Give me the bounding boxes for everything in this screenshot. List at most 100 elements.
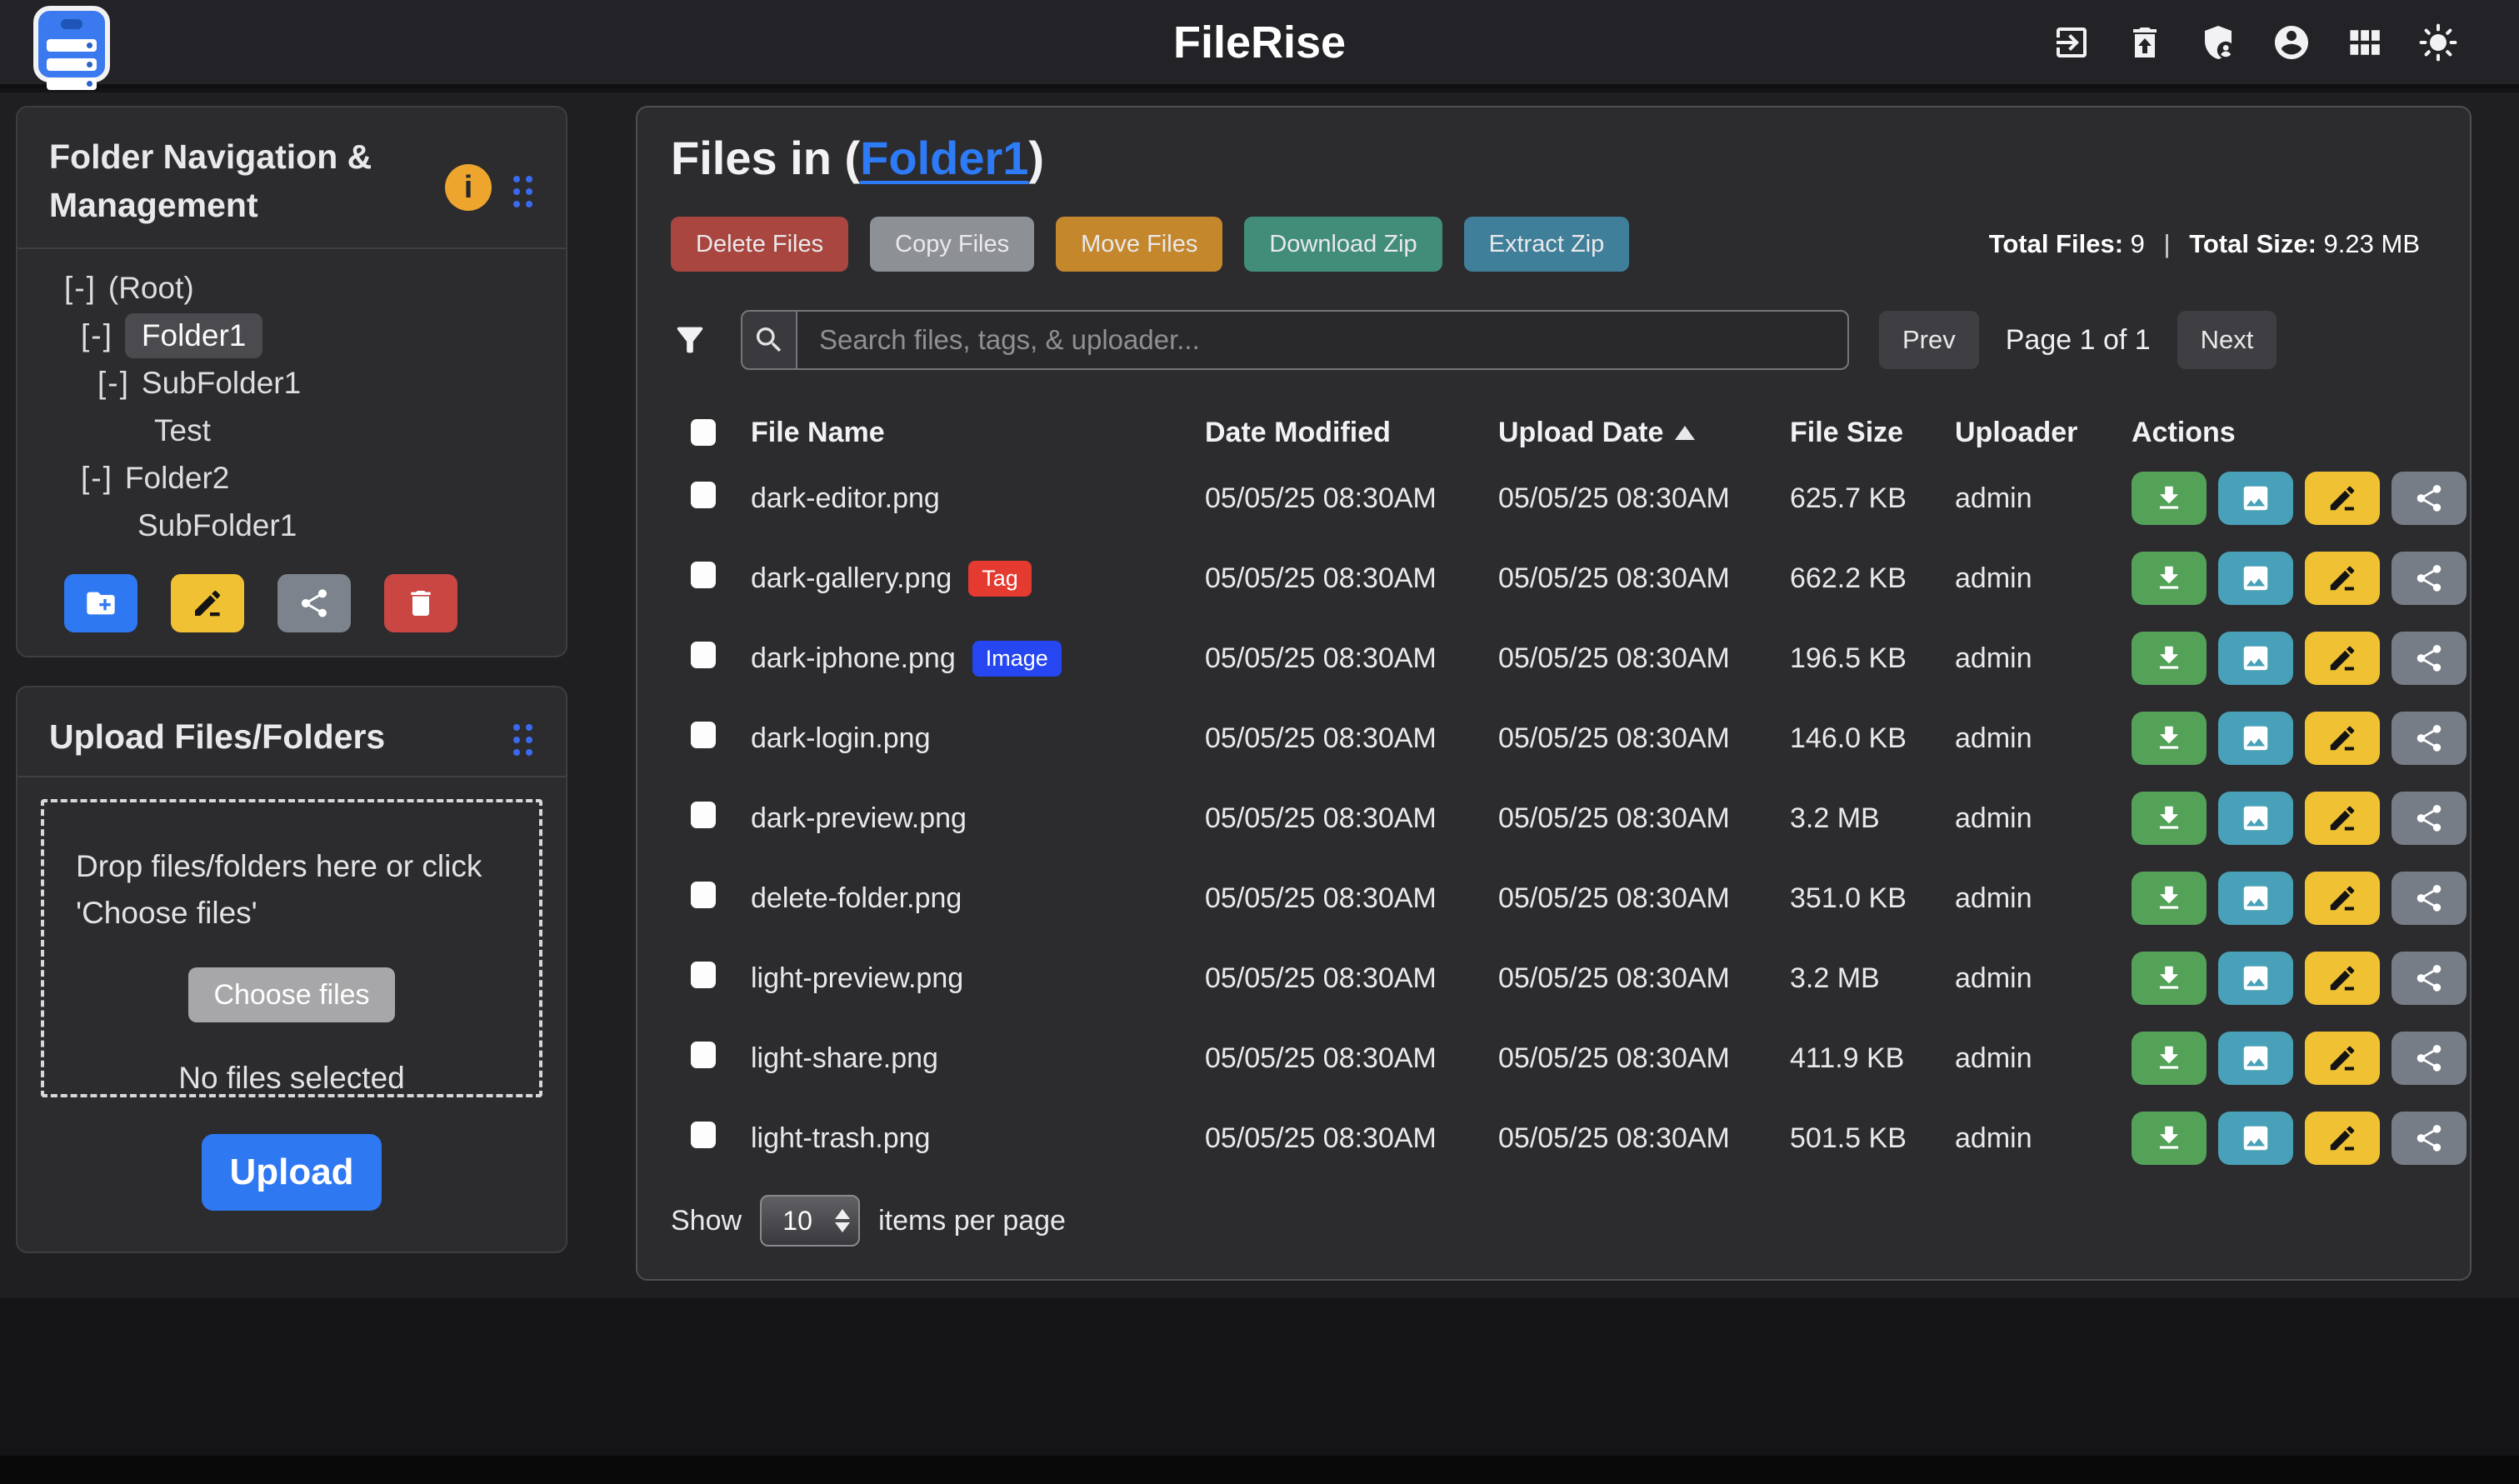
- tree-toggle[interactable]: [-]: [64, 271, 97, 306]
- share-button[interactable]: [2392, 1112, 2467, 1165]
- choose-files-button[interactable]: Choose files: [188, 967, 395, 1022]
- share-button[interactable]: [2392, 872, 2467, 925]
- share-folder-button[interactable]: [277, 574, 351, 632]
- account-circle-icon[interactable]: [2271, 22, 2312, 63]
- tree-toggle[interactable]: [-]: [81, 318, 113, 353]
- items-per-page-select[interactable]: 10: [760, 1195, 860, 1247]
- current-folder-link[interactable]: Folder1: [860, 132, 1028, 184]
- row-checkbox[interactable]: [691, 962, 716, 988]
- tree-folder-label[interactable]: SubFolder1: [142, 366, 301, 401]
- edit-button[interactable]: [2305, 472, 2380, 525]
- upload-dropzone[interactable]: Drop files/folders here or click 'Choose…: [41, 799, 542, 1097]
- prev-page-button[interactable]: Prev: [1879, 311, 1979, 369]
- admin-shield-icon[interactable]: [2197, 22, 2239, 63]
- preview-image-button[interactable]: [2218, 472, 2293, 525]
- share-button[interactable]: [2392, 552, 2467, 605]
- rename-folder-button[interactable]: [171, 574, 244, 632]
- download-button[interactable]: [2132, 952, 2207, 1005]
- copy-files-button[interactable]: Copy Files: [870, 217, 1034, 272]
- info-icon[interactable]: i: [445, 164, 492, 211]
- share-button[interactable]: [2392, 792, 2467, 845]
- download-button[interactable]: [2132, 792, 2207, 845]
- grid-view-icon[interactable]: [2344, 22, 2386, 63]
- tree-toggle[interactable]: [-]: [81, 461, 113, 496]
- tree-folder-label[interactable]: Folder1: [125, 313, 262, 358]
- share-button[interactable]: [2392, 472, 2467, 525]
- edit-button[interactable]: [2305, 632, 2380, 685]
- share-button[interactable]: [2392, 632, 2467, 685]
- tree-folder-label[interactable]: SubFolder1: [137, 508, 297, 543]
- folder-tree-item[interactable]: [-] SubFolder1: [17, 359, 557, 407]
- preview-image-button[interactable]: [2218, 872, 2293, 925]
- download-button[interactable]: [2132, 632, 2207, 685]
- tree-folder-label[interactable]: Test: [154, 413, 211, 448]
- file-list-card: Files in (Folder1) Delete Files Copy Fil…: [636, 106, 2472, 1281]
- download-zip-button[interactable]: Download Zip: [1244, 217, 1442, 272]
- upload-button[interactable]: Upload: [202, 1134, 382, 1211]
- edit-button[interactable]: [2305, 792, 2380, 845]
- preview-image-button[interactable]: [2218, 632, 2293, 685]
- edit-button[interactable]: [2305, 712, 2380, 765]
- download-button[interactable]: [2132, 872, 2207, 925]
- drag-handle-icon[interactable]: [513, 176, 532, 207]
- move-files-button[interactable]: Move Files: [1056, 217, 1222, 272]
- edit-button[interactable]: [2305, 872, 2380, 925]
- share-button[interactable]: [2392, 712, 2467, 765]
- download-button[interactable]: [2132, 712, 2207, 765]
- drag-handle-icon[interactable]: [513, 724, 532, 756]
- column-header-file-name[interactable]: File Name: [751, 417, 1205, 449]
- edit-button[interactable]: [2305, 1032, 2380, 1085]
- column-header-date-modified[interactable]: Date Modified: [1205, 417, 1498, 449]
- tree-folder-label[interactable]: Folder2: [125, 461, 229, 496]
- folder-tree-item[interactable]: [-] (Root): [17, 264, 557, 312]
- row-checkbox-cell: [691, 482, 751, 516]
- share-button[interactable]: [2392, 952, 2467, 1005]
- row-checkbox[interactable]: [691, 562, 716, 588]
- folder-tree-item[interactable]: Test: [17, 407, 557, 454]
- preview-image-icon: [2240, 562, 2272, 594]
- folder-tree-item[interactable]: SubFolder1: [17, 502, 557, 549]
- delete-files-button[interactable]: Delete Files: [671, 217, 848, 272]
- download-button[interactable]: [2132, 1112, 2207, 1165]
- light-mode-icon[interactable]: [2417, 22, 2459, 63]
- preview-image-button[interactable]: [2218, 1112, 2293, 1165]
- download-button[interactable]: [2132, 472, 2207, 525]
- share-icon: [2413, 962, 2445, 994]
- folder-tree-item[interactable]: [-] Folder2: [17, 454, 557, 502]
- row-checkbox[interactable]: [691, 1042, 716, 1068]
- column-header-upload-date[interactable]: Upload Date: [1498, 417, 1790, 449]
- filter-icon[interactable]: [671, 317, 712, 362]
- share-icon: [2413, 562, 2445, 594]
- column-header-uploader[interactable]: Uploader: [1955, 417, 2132, 449]
- tree-folder-label[interactable]: (Root): [108, 271, 194, 306]
- row-checkbox[interactable]: [691, 642, 716, 668]
- next-page-button[interactable]: Next: [2177, 311, 2277, 369]
- folder-tree-item[interactable]: [-] Folder1: [17, 312, 557, 359]
- download-button[interactable]: [2132, 1032, 2207, 1085]
- tree-toggle[interactable]: [-]: [97, 366, 130, 401]
- edit-button[interactable]: [2305, 952, 2380, 1005]
- share-button[interactable]: [2392, 1032, 2467, 1085]
- preview-image-button[interactable]: [2218, 1032, 2293, 1085]
- row-checkbox[interactable]: [691, 1122, 716, 1148]
- download-button[interactable]: [2132, 552, 2207, 605]
- row-checkbox[interactable]: [691, 722, 716, 748]
- restore-trash-icon[interactable]: [2124, 22, 2166, 63]
- preview-image-button[interactable]: [2218, 792, 2293, 845]
- edit-button[interactable]: [2305, 1112, 2380, 1165]
- preview-image-button[interactable]: [2218, 952, 2293, 1005]
- search-icon[interactable]: [741, 310, 796, 370]
- row-checkbox[interactable]: [691, 802, 716, 828]
- column-header-file-size[interactable]: File Size: [1790, 417, 1955, 449]
- preview-image-button[interactable]: [2218, 712, 2293, 765]
- search-input[interactable]: [796, 310, 1849, 370]
- row-checkbox[interactable]: [691, 882, 716, 908]
- exit-login-icon[interactable]: [2051, 22, 2092, 63]
- extract-zip-button[interactable]: Extract Zip: [1464, 217, 1630, 272]
- edit-button[interactable]: [2305, 552, 2380, 605]
- select-all-checkbox[interactable]: [691, 419, 716, 446]
- create-folder-button[interactable]: [64, 574, 137, 632]
- delete-folder-button[interactable]: [384, 574, 457, 632]
- preview-image-button[interactable]: [2218, 552, 2293, 605]
- row-checkbox[interactable]: [691, 482, 716, 508]
